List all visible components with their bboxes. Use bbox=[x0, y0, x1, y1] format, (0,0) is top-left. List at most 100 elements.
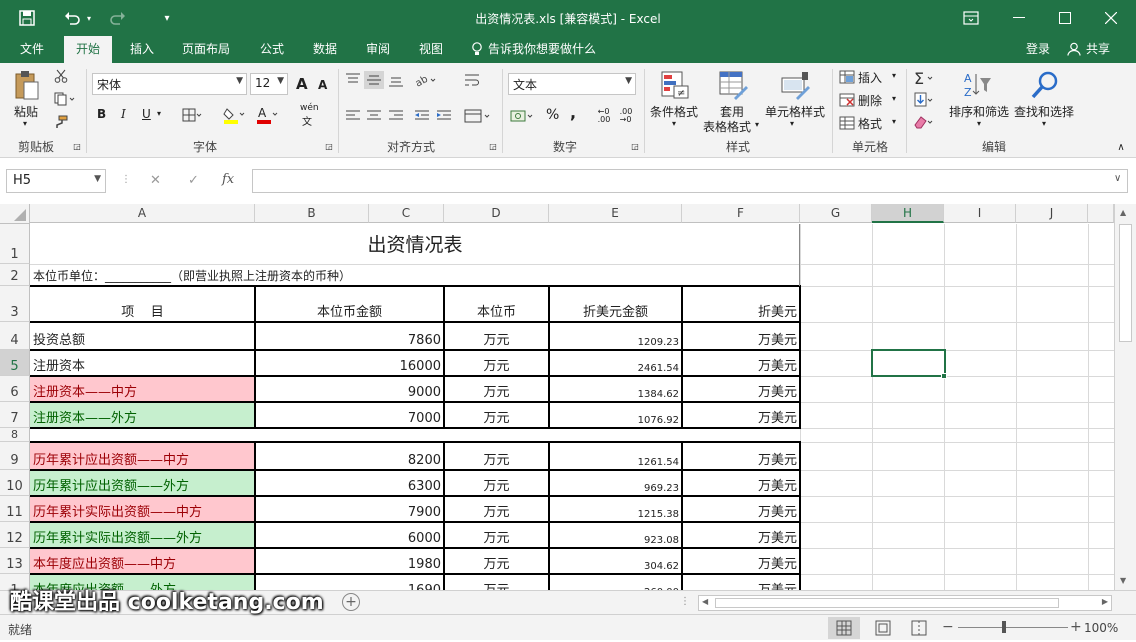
table-cell-item[interactable]: 本年度应出资额——中方 bbox=[30, 548, 255, 574]
font-launcher-icon[interactable]: ◲ bbox=[324, 141, 334, 151]
login-link[interactable]: 登录 bbox=[1026, 40, 1050, 57]
column-header-i[interactable]: I bbox=[944, 204, 1016, 223]
row-header-1[interactable]: 1 bbox=[0, 224, 30, 264]
table-cell-unit[interactable]: 万元 bbox=[444, 522, 549, 548]
increase-indent-icon[interactable] bbox=[434, 107, 454, 125]
table-cell-item[interactable]: 历年累计实际出资额——外方 bbox=[30, 522, 255, 548]
table-cell-usd-unit[interactable]: 万美元 bbox=[682, 402, 800, 428]
align-left-icon[interactable] bbox=[343, 107, 363, 125]
close-icon[interactable] bbox=[1100, 8, 1122, 28]
table-cell-item[interactable]: 历年累计实际出资额——中方 bbox=[30, 496, 255, 522]
table-cell-unit[interactable]: 万元 bbox=[444, 402, 549, 428]
enter-icon[interactable]: ✓ bbox=[188, 173, 199, 188]
row-header-5[interactable]: 5 bbox=[0, 350, 30, 376]
table-cell-usd-unit[interactable]: 万美元 bbox=[682, 322, 800, 350]
table-cell-amount[interactable]: 1980 bbox=[255, 548, 444, 574]
page-layout-view-button[interactable] bbox=[870, 617, 896, 639]
user-icon[interactable] bbox=[1066, 40, 1082, 58]
insert-function-icon[interactable]: fx bbox=[222, 172, 234, 187]
add-sheet-icon[interactable]: + bbox=[342, 593, 360, 611]
table-cell-item[interactable]: 历年累计应出资额——中方 bbox=[30, 442, 255, 470]
font-name-select[interactable]: 宋体 ▼ bbox=[92, 73, 247, 95]
align-center-icon[interactable] bbox=[364, 107, 384, 125]
table-cell-usd[interactable]: 1209.23 bbox=[549, 322, 682, 350]
table-cell-usd[interactable]: 1215.38 bbox=[549, 496, 682, 522]
row-header-9[interactable]: 9 bbox=[0, 442, 30, 470]
fill-icon[interactable] bbox=[912, 91, 936, 109]
header-amount[interactable]: 本位币金额 bbox=[255, 286, 444, 322]
tab-insert[interactable]: 插入 bbox=[130, 40, 154, 57]
alignment-launcher-icon[interactable]: ◲ bbox=[488, 141, 498, 151]
cancel-icon[interactable]: ✕ bbox=[150, 173, 161, 188]
format-cells-button[interactable]: 格式 bbox=[858, 115, 882, 132]
tab-review[interactable]: 审阅 bbox=[366, 40, 390, 57]
table-cell-item[interactable]: 投资总额 bbox=[30, 322, 255, 350]
phonetic-guide-icon[interactable]: wén bbox=[300, 103, 319, 113]
autosum-icon[interactable]: Σ bbox=[912, 68, 936, 88]
row-header-13[interactable]: 13 bbox=[0, 548, 30, 574]
table-cell-usd-unit[interactable]: 万美元 bbox=[682, 574, 800, 590]
active-cell-h5[interactable] bbox=[871, 349, 946, 377]
share-button[interactable]: 共享 bbox=[1086, 40, 1110, 57]
table-cell-item[interactable]: 历年累计应出资额——外方 bbox=[30, 470, 255, 496]
formula-input[interactable] bbox=[252, 169, 1128, 193]
row-header-10[interactable]: 10 bbox=[0, 470, 30, 496]
shrink-font-icon[interactable]: A bbox=[318, 78, 327, 92]
table-cell-amount[interactable]: 16000 bbox=[255, 350, 444, 376]
column-header-c[interactable]: C bbox=[369, 204, 444, 223]
chevron-down-icon[interactable]: ▾ bbox=[977, 119, 981, 128]
table-cell-usd[interactable]: 260.00 bbox=[549, 574, 682, 590]
increase-decimal-icon[interactable]: ←0.00 bbox=[594, 107, 614, 125]
chevron-down-icon[interactable]: ▾ bbox=[755, 120, 759, 129]
row-header-7[interactable]: 7 bbox=[0, 402, 30, 428]
orientation-icon[interactable]: ab bbox=[412, 71, 440, 89]
copy-icon[interactable] bbox=[52, 90, 78, 108]
row-header-3[interactable]: 3 bbox=[0, 286, 30, 322]
paste-label[interactable]: 粘贴 bbox=[14, 103, 38, 120]
table-cell-amount[interactable]: 8200 bbox=[255, 442, 444, 470]
sheet-title[interactable]: 出资情况表 bbox=[30, 224, 800, 264]
table-cell-usd-unit[interactable]: 万美元 bbox=[682, 470, 800, 496]
table-cell-unit[interactable]: 万元 bbox=[444, 574, 549, 590]
normal-view-button[interactable] bbox=[828, 617, 860, 639]
scroll-left-icon[interactable]: ◀ bbox=[702, 597, 708, 606]
zoom-level[interactable]: 100% bbox=[1084, 621, 1118, 635]
table-cell-usd-unit[interactable]: 万美元 bbox=[682, 376, 800, 402]
sort-filter-icon[interactable]: AZ bbox=[960, 68, 994, 102]
chevron-down-icon[interactable]: ▾ bbox=[892, 71, 896, 80]
percent-style-button[interactable]: % bbox=[546, 107, 559, 123]
underline-dropdown-icon[interactable]: ▾ bbox=[157, 109, 161, 118]
format-as-table-label-2[interactable]: 表格格式 bbox=[703, 118, 751, 135]
scroll-up-icon[interactable]: ▲ bbox=[1120, 208, 1126, 217]
grow-font-icon[interactable]: A bbox=[296, 75, 308, 93]
row-header-11[interactable]: 11 bbox=[0, 496, 30, 522]
table-cell-unit[interactable]: 万元 bbox=[444, 350, 549, 376]
paste-icon[interactable] bbox=[12, 69, 42, 103]
column-header-g[interactable]: G bbox=[800, 204, 872, 223]
scroll-down-icon[interactable]: ▼ bbox=[1120, 576, 1126, 585]
wrap-text-icon[interactable] bbox=[462, 71, 482, 89]
italic-button[interactable]: I bbox=[121, 107, 126, 121]
table-cell-amount[interactable]: 7000 bbox=[255, 402, 444, 428]
column-header-k[interactable] bbox=[1088, 204, 1114, 223]
name-box[interactable]: H5 ▼ bbox=[6, 169, 106, 193]
conditional-formatting-label[interactable]: 条件格式 bbox=[650, 103, 698, 120]
table-cell-usd-unit[interactable]: 万美元 bbox=[682, 350, 800, 376]
chevron-down-icon[interactable]: ▾ bbox=[892, 117, 896, 126]
worksheet-grid[interactable]: A B C D E F G H I J 1 2 3 4 5 6 7 8 9 10… bbox=[0, 204, 1136, 590]
tab-page-layout[interactable]: 页面布局 bbox=[182, 40, 230, 57]
header-unit[interactable]: 本位币 bbox=[444, 286, 549, 322]
table-cell-usd[interactable]: 304.62 bbox=[549, 548, 682, 574]
header-item[interactable]: 项 目 bbox=[30, 286, 255, 322]
number-format-select[interactable]: 文本 ▼ bbox=[508, 73, 636, 95]
table-cell-item[interactable]: 注册资本——外方 bbox=[30, 402, 255, 428]
column-header-d[interactable]: D bbox=[444, 204, 549, 223]
chevron-down-icon[interactable]: ▾ bbox=[1042, 119, 1046, 128]
table-cell-amount[interactable]: 6000 bbox=[255, 522, 444, 548]
table-cell-amount[interactable]: 6300 bbox=[255, 470, 444, 496]
decrease-indent-icon[interactable] bbox=[412, 107, 432, 125]
clipboard-launcher-icon[interactable]: ◲ bbox=[72, 141, 82, 151]
table-cell-amount[interactable]: 7900 bbox=[255, 496, 444, 522]
row-header-8[interactable]: 8 bbox=[0, 428, 30, 442]
fill-color-icon[interactable] bbox=[222, 105, 246, 125]
